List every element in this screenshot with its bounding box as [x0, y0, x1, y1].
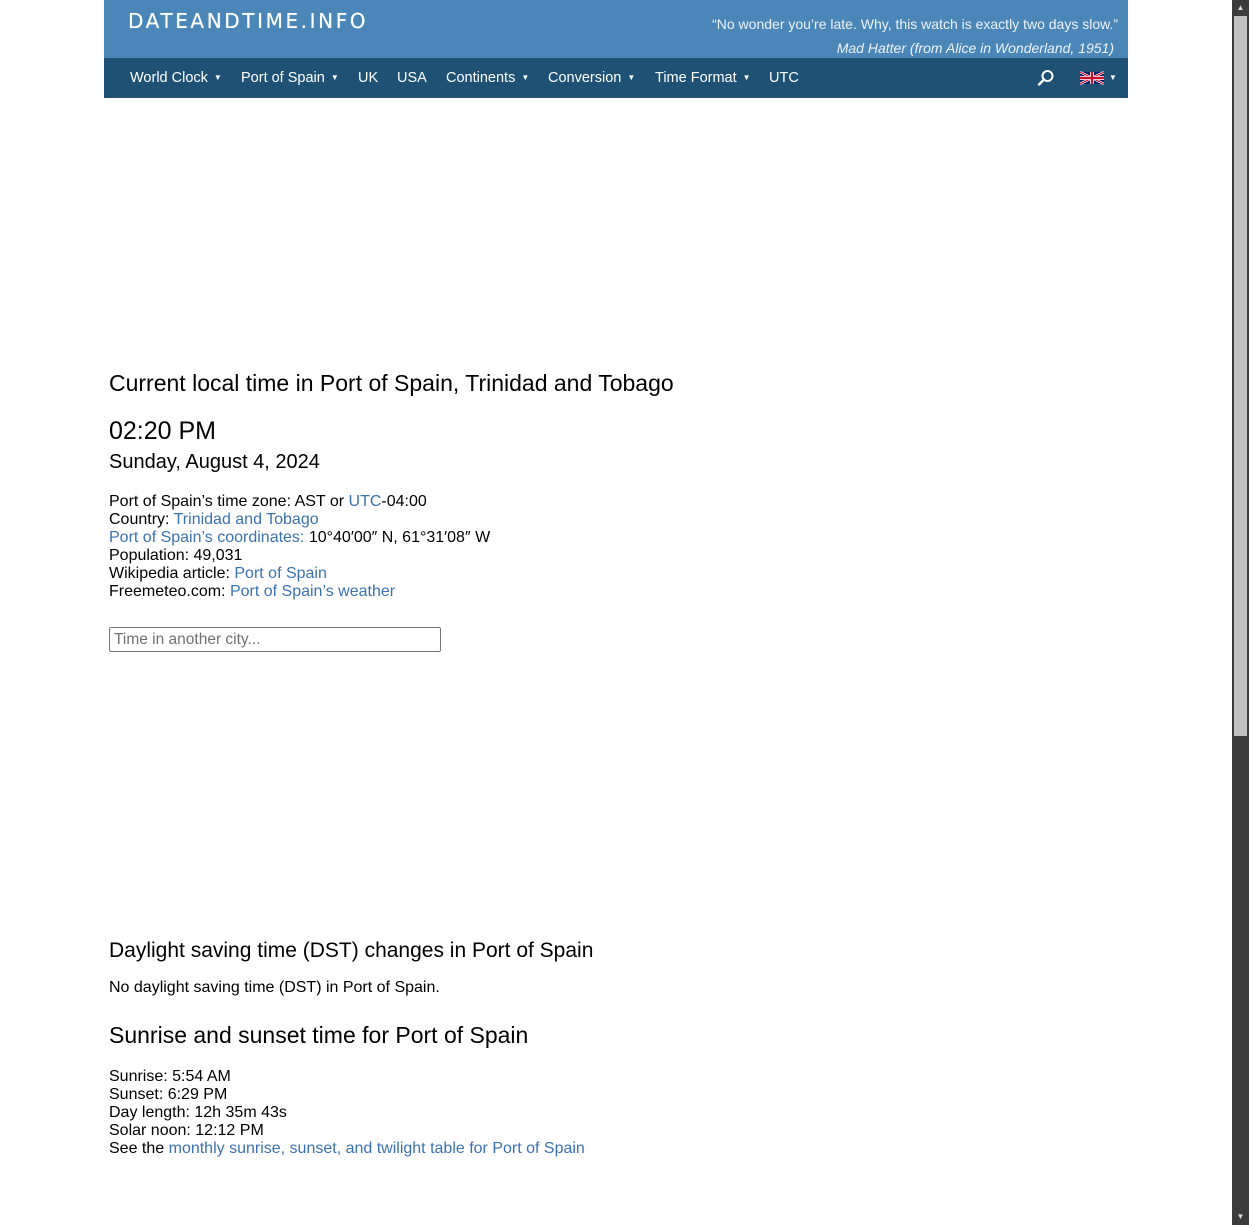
solar-noon-row: Solar noon: 12:12 PM — [109, 1122, 264, 1139]
nav-item-label: World Clock — [130, 70, 208, 86]
quote-text: “No wonder you’re late. Why, this watch … — [712, 16, 1118, 32]
timezone-offset: -04:00 — [381, 493, 427, 510]
wikipedia-link[interactable]: Port of Spain — [234, 565, 327, 582]
utc-link[interactable]: UTC — [349, 493, 382, 510]
language-selector[interactable]: ▼ — [1079, 70, 1117, 86]
page-header: DATEANDTIME.INFO “No wonder you’re late.… — [104, 0, 1128, 98]
nav-item-label: UK — [358, 70, 379, 86]
current-date: Sunday, August 4, 2024 — [109, 451, 320, 473]
dropdown-caret-icon: ▼ — [213, 73, 222, 82]
nav-time-format[interactable]: Time Format ▼ — [655, 58, 751, 98]
timezone-row: Port of Spain’s time zone: AST or UTC-04… — [109, 493, 490, 511]
coordinates-row: Port of Spain’s coordinates: 10°40′00″ N… — [109, 529, 490, 547]
nav-item-label: USA — [397, 70, 427, 86]
banner: DATEANDTIME.INFO “No wonder you’re late.… — [104, 0, 1128, 58]
vertical-scrollbar[interactable]: ▲ ▼ — [1232, 0, 1249, 1225]
city-search-input[interactable] — [109, 627, 441, 652]
sunrise-sunset-heading: Sunrise and sunset time for Port of Spai… — [109, 1022, 529, 1048]
timezone-label: Port of Spain’s time zone: AST or — [109, 493, 349, 510]
dropdown-caret-icon: ▼ — [1109, 73, 1117, 82]
country-link[interactable]: Trinidad and Tobago — [174, 511, 319, 528]
nav-uk[interactable]: UK — [358, 58, 378, 98]
day-length-row: Day length: 12h 35m 43s — [109, 1104, 287, 1121]
site-logo[interactable]: DATEANDTIME.INFO — [128, 9, 368, 33]
country-row: Country: Trinidad and Tobago — [109, 511, 490, 529]
dropdown-caret-icon: ▼ — [330, 73, 339, 82]
city-info: Port of Spain’s time zone: AST or UTC-04… — [109, 493, 490, 601]
nav-item-label: Continents — [446, 70, 516, 86]
nav-item-label: Port of Spain — [241, 70, 325, 86]
nav-item-label: UTC — [769, 70, 799, 86]
scroll-down-arrow-icon[interactable]: ▼ — [1232, 1209, 1249, 1225]
coordinates-link[interactable]: Port of Spain’s coordinates: — [109, 529, 304, 546]
current-time: 02:20 PM — [109, 417, 217, 445]
quote-attribution: Mad Hatter (from Alice in Wonderland, 19… — [836, 40, 1114, 56]
dst-text: No daylight saving time (DST) in Port of… — [109, 979, 440, 996]
nav-utc[interactable]: UTC — [769, 58, 799, 98]
nav-usa[interactable]: USA — [397, 58, 427, 98]
nav-item-label: Time Format — [655, 70, 737, 86]
dropdown-caret-icon: ▼ — [627, 73, 636, 82]
freemeteo-label: Freemeteo.com: — [109, 583, 230, 600]
scrollbar-thumb[interactable] — [1234, 16, 1247, 736]
sunrise-sunset-info: Sunrise: 5:54 AM Sunset: 6:29 PM Day len… — [109, 1068, 585, 1158]
freemeteo-row: Freemeteo.com: Port of Spain’s weather — [109, 583, 490, 601]
monthly-table-link[interactable]: monthly sunrise, sunset, and twilight ta… — [169, 1140, 585, 1157]
page-title: Current local time in Port of Spain, Tri… — [109, 370, 674, 396]
country-label: Country: — [109, 511, 174, 528]
dropdown-caret-icon: ▼ — [742, 73, 751, 82]
uk-flag-icon — [1079, 71, 1105, 86]
sunset-row: Sunset: 6:29 PM — [109, 1086, 228, 1103]
nav-item-label: Conversion — [548, 70, 622, 86]
monthly-table-row: See the monthly sunrise, sunset, and twi… — [109, 1140, 585, 1158]
main-navigation: World Clock ▼ Port of Spain ▼ UK USA Conti… — [104, 58, 1128, 98]
header-quote: “No wonder you’re late. Why, this watch … — [712, 12, 1118, 60]
weather-link[interactable]: Port of Spain’s weather — [230, 583, 395, 600]
dst-heading: Daylight saving time (DST) changes in Po… — [109, 939, 594, 962]
see-label: See the — [109, 1140, 169, 1157]
wikipedia-row: Wikipedia article: Port of Spain — [109, 565, 490, 583]
coordinates-value: 10°40′00″ N, 61°31′08″ W — [304, 529, 491, 546]
population-row: Population: 49,031 — [109, 547, 243, 564]
nav-conversion[interactable]: Conversion ▼ — [548, 58, 635, 98]
scroll-up-arrow-icon[interactable]: ▲ — [1232, 0, 1249, 16]
sunrise-row: Sunrise: 5:54 AM — [109, 1068, 231, 1085]
nav-world-clock[interactable]: World Clock ▼ — [130, 58, 222, 98]
search-icon[interactable] — [1036, 68, 1056, 88]
dropdown-caret-icon: ▼ — [521, 73, 530, 82]
nav-port-of-spain[interactable]: Port of Spain ▼ — [241, 58, 339, 98]
nav-continents[interactable]: Continents ▼ — [446, 58, 529, 98]
wikipedia-label: Wikipedia article: — [109, 565, 235, 582]
